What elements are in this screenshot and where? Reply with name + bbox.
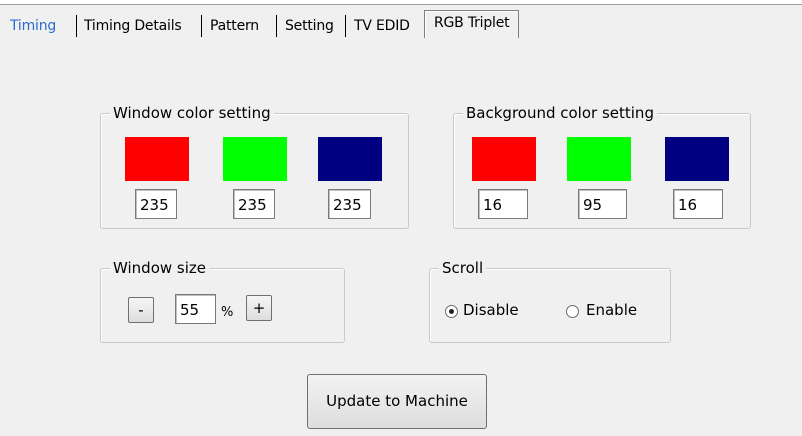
window-size-title: Window size — [110, 258, 209, 278]
background-blue-input[interactable]: 16 — [673, 189, 723, 219]
decrease-size-button[interactable]: - — [128, 297, 154, 323]
scroll-disable-label[interactable]: Disable — [463, 301, 519, 319]
background-red-swatch — [472, 137, 536, 181]
scroll-disable-radio[interactable] — [445, 305, 458, 318]
tab-timing-details[interactable]: Timing Details — [84, 15, 182, 37]
tab-timing[interactable]: Timing — [10, 15, 56, 37]
tab-separator — [201, 15, 202, 37]
tab-bar: Timing Timing Details Pattern Setting TV… — [0, 6, 802, 40]
window-blue-swatch — [318, 137, 382, 181]
window-blue-input[interactable]: 235 — [328, 189, 371, 219]
background-blue-swatch — [665, 137, 729, 181]
window-red-swatch — [125, 137, 189, 181]
window-red-input[interactable]: 235 — [135, 189, 177, 219]
tab-separator — [76, 15, 77, 37]
background-color-title: Background color setting — [463, 103, 657, 123]
window-green-input[interactable]: 235 — [233, 189, 275, 219]
tab-rgb-triplet[interactable]: RGB Triplet — [424, 10, 520, 38]
tab-pattern[interactable]: Pattern — [210, 15, 259, 37]
window-size-input[interactable]: 55 — [175, 294, 216, 324]
percent-unit-label: % — [221, 305, 234, 320]
window-green-swatch — [223, 137, 287, 181]
window-color-title: Window color setting — [110, 103, 274, 123]
background-red-input[interactable]: 16 — [478, 189, 528, 219]
scroll-enable-label[interactable]: Enable — [586, 301, 637, 319]
increase-size-button[interactable]: + — [246, 295, 272, 321]
tab-setting[interactable]: Setting — [285, 15, 334, 37]
scroll-title: Scroll — [439, 258, 487, 278]
tab-tv-edid[interactable]: TV EDID — [354, 15, 410, 37]
update-to-machine-button[interactable]: Update to Machine — [307, 374, 487, 429]
background-green-swatch — [567, 137, 631, 181]
scroll-enable-radio[interactable] — [566, 305, 579, 318]
background-green-input[interactable]: 95 — [578, 189, 627, 219]
tab-separator — [345, 15, 346, 37]
window-top-border — [0, 0, 802, 5]
tab-separator — [276, 15, 277, 37]
